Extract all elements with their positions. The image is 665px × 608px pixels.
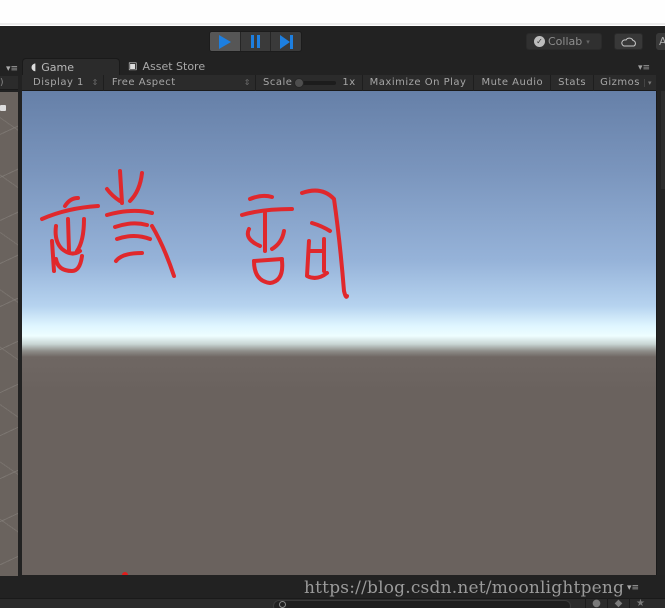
play-controls <box>209 31 302 52</box>
check-circle-icon: ✓ <box>534 36 545 47</box>
game-panel-menu-icon[interactable]: ▾≡ <box>638 63 650 73</box>
watermark: https://blog.csdn.net/moonlightpeng <box>304 578 625 598</box>
left-scene-panel: ▾≡ ) <box>0 60 18 576</box>
display-value: Display 1 <box>33 77 84 88</box>
scale-slider-knob[interactable] <box>294 77 305 88</box>
stats-toggle[interactable]: Stats <box>551 74 595 91</box>
lower-panel-icons: ● ◆ ★ <box>585 598 651 608</box>
stroke <box>75 217 86 253</box>
stroke <box>105 187 122 203</box>
step-button[interactable] <box>271 32 301 51</box>
bag-icon: ▣ <box>128 61 138 72</box>
spinner-icon: ⇕ <box>91 78 99 87</box>
right-panel-edge <box>656 91 665 575</box>
chevron-down-icon: ▾ <box>586 37 590 46</box>
audio-toggle-icon[interactable]: ) <box>0 76 18 90</box>
stroke <box>50 239 56 273</box>
tab-bar: ◖ Game ▣ Asset Store <box>22 58 220 75</box>
stroke <box>252 257 284 263</box>
stroke <box>150 224 176 278</box>
stroke <box>113 221 149 229</box>
cloud-button[interactable] <box>614 33 643 50</box>
scale-slider[interactable] <box>294 77 337 88</box>
stroke <box>128 171 144 203</box>
collab-button[interactable]: ✓ Collab ▾ <box>526 33 602 50</box>
display-select[interactable]: Display 1 ⇕ <box>22 74 104 91</box>
person-icon[interactable]: ● <box>585 598 607 608</box>
scene-view[interactable] <box>0 92 18 576</box>
panel-menu-icon[interactable]: ▾≡ <box>0 64 18 76</box>
aspect-select[interactable]: Free Aspect ⇕ <box>104 74 256 91</box>
account-button[interactable]: A <box>656 33 665 50</box>
scale-control: Scale 1x <box>256 74 363 91</box>
game-view-toolbar: Display 1 ⇕ Free Aspect ⇕ Scale 1x Maxim… <box>22 74 656 91</box>
scale-value: 1x <box>342 77 356 88</box>
mute-audio-toggle[interactable]: Mute Audio <box>474 74 552 91</box>
star-icon[interactable]: ★ <box>629 598 651 608</box>
collab-label: Collab <box>548 35 583 48</box>
cloud-icon <box>620 37 636 46</box>
stroke <box>248 193 274 201</box>
red-marker <box>122 572 128 575</box>
step-icon <box>279 34 293 49</box>
tab-game[interactable]: ◖ Game <box>22 58 120 75</box>
maximize-on-play-toggle[interactable]: Maximize On Play <box>363 74 475 91</box>
scale-label: Scale <box>262 77 293 88</box>
stroke <box>66 217 71 253</box>
stroke <box>54 254 84 273</box>
tab-asset-store-label: Asset Store <box>142 60 206 73</box>
tag-icon[interactable]: ◆ <box>607 598 629 608</box>
aspect-value: Free Aspect <box>111 77 176 88</box>
tab-game-label: Game <box>41 60 75 74</box>
pause-button[interactable] <box>241 32 272 51</box>
gizmos-label: Gizmos <box>600 77 640 88</box>
stroke <box>252 259 285 285</box>
pacman-icon: ◖ <box>31 61 37 73</box>
chevron-down-icon[interactable]: ▾ <box>643 78 652 87</box>
stroke <box>310 221 332 233</box>
top-white-area <box>0 0 665 25</box>
gizmos-button[interactable]: Gizmos ▾ <box>594 75 656 91</box>
stroke <box>63 196 80 208</box>
play-button[interactable] <box>210 32 241 51</box>
bottom-panel-menu-icon[interactable]: ▾≡ <box>627 583 639 593</box>
stroke <box>105 208 154 217</box>
stroke <box>40 204 100 221</box>
stroke <box>245 227 262 248</box>
red-drawing <box>40 169 349 299</box>
tab-asset-store[interactable]: ▣ Asset Store <box>120 58 220 75</box>
search-input[interactable] <box>273 600 571 608</box>
stroke <box>270 229 286 251</box>
spinner-icon: ⇕ <box>243 78 251 87</box>
game-viewport[interactable] <box>22 91 656 575</box>
stroke <box>114 251 144 263</box>
pause-icon <box>251 35 260 48</box>
stroke <box>118 169 124 205</box>
lock-icon[interactable] <box>0 105 6 111</box>
play-icon <box>218 34 231 49</box>
stroke <box>115 234 152 241</box>
search-icon <box>279 601 286 608</box>
